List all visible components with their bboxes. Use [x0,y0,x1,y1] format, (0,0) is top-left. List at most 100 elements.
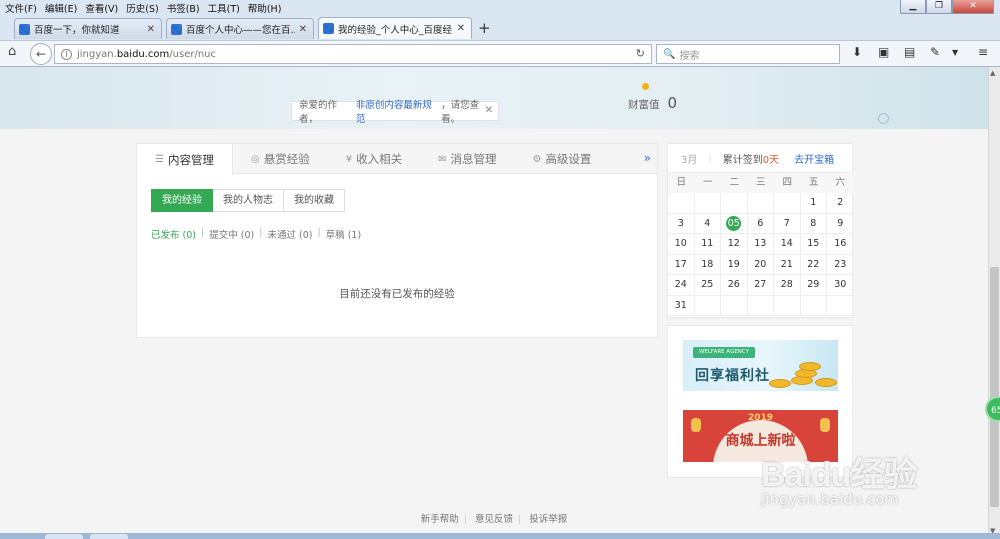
sidebar-icon[interactable]: ▣ [878,45,889,59]
calendar-day[interactable]: 30 [827,275,854,296]
calendar-day[interactable]: 24 [668,275,695,296]
baidu-favicon-icon: 🐾 [323,23,334,34]
calendar-day[interactable]: 15 [800,234,827,255]
calendar-day[interactable]: 26 [721,275,748,296]
calendar-day[interactable]: 4 [694,213,721,234]
tab-settings[interactable]: ⚙ 高级设置 [514,144,609,174]
extension-icon[interactable]: ✎ [930,45,940,59]
menu-item[interactable]: 历史(S) [126,1,158,15]
calendar-day[interactable]: 19 [721,254,748,275]
calendar-day-number: 1 [810,197,817,208]
welfare-title: 回享福利社 [695,368,770,384]
calendar-day[interactable]: 6 [747,213,774,234]
address-bar[interactable]: i jingyan.baidu.com/user/nuc ↻ [54,44,652,64]
empty-state-message: 目前还没有已发布的经验 [339,288,455,300]
filter-submitting[interactable]: 提交中 (0) [209,227,254,241]
scroll-up-icon[interactable]: ▲ [990,69,995,77]
taskbar-button[interactable] [45,534,83,539]
minimize-button[interactable]: ▁ [900,0,926,14]
calendar-day[interactable]: 7 [774,213,801,234]
menu-item[interactable]: 查看(V) [85,1,118,15]
site-info-icon[interactable]: i [61,48,72,60]
home-icon[interactable]: ⌂ [8,44,16,59]
filter-drafts[interactable]: 草稿 (1) [326,227,362,241]
subtab-my-experience[interactable]: 我的经验 [151,189,213,212]
menu-item[interactable]: 编辑(E) [45,1,77,15]
search-bar[interactable]: 🔍 搜索 [656,44,840,64]
calendar-day-number: 2 [837,197,844,208]
calendar-day[interactable]: 05 [721,213,748,234]
back-button[interactable]: ← [30,43,52,65]
browser-tab-my-experience[interactable]: 🐾 我的经验_个人中心_百度经... ✕ [318,17,472,39]
tab-reward[interactable]: ◎ 悬赏经验 [233,144,328,174]
tab-content[interactable]: ☰ 内容管理 [137,144,233,175]
download-icon[interactable]: ⬇ [852,45,862,59]
calendar-day[interactable]: 21 [774,254,801,275]
calendar-day[interactable]: 11 [694,234,721,255]
calendar-day-number: 29 [807,279,820,290]
calendar-day[interactable]: 28 [774,275,801,296]
calendar-day[interactable]: 8 [800,213,827,234]
browser-tab-baidu-home[interactable]: 🐾 百度一下，你就知道 ✕ [14,18,162,39]
footer-link-help[interactable]: 新手帮助 [421,514,459,525]
hamburger-menu-icon[interactable]: ≡ [978,45,988,59]
calendar-day[interactable]: 22 [800,254,827,275]
calendar-day[interactable]: 3 [668,213,695,234]
calendar-day[interactable]: 20 [747,254,774,275]
filter-rejected[interactable]: 未通过 (0) [267,227,312,241]
filter-published[interactable]: 已发布 (0) [151,227,196,241]
close-window-button[interactable]: ✕ [952,0,994,14]
new-tab-button[interactable]: + [478,19,491,37]
open-treasure-link[interactable]: 去开宝箱 [794,151,834,166]
calendar-day[interactable]: 1 [800,193,827,214]
gear-icon: ⚙ [532,153,542,165]
tab-income[interactable]: ¥ 收入相关 [328,144,420,174]
reload-icon[interactable]: ↻ [636,47,645,60]
calendar-day[interactable]: 25 [694,275,721,296]
subtab-my-favorites[interactable]: 我的收藏 [284,189,345,212]
scrollbar-thumb[interactable] [990,267,999,507]
calendar-day-number: 9 [837,217,844,229]
sub-tabs: 我的经验 我的人物志 我的收藏 [151,189,345,212]
calendar-day[interactable]: 18 [694,254,721,275]
calendar-day[interactable]: 13 [747,234,774,255]
subtab-my-profile-stories[interactable]: 我的人物志 [213,189,284,212]
taskbar-button[interactable] [90,534,128,539]
calendar-day[interactable]: 9 [827,214,854,234]
notice-close-icon[interactable]: ✕ [485,105,493,116]
menu-item[interactable]: 书签(B) [167,1,200,15]
calendar-day[interactable]: 31 [668,295,695,316]
browser-tab-personal-center[interactable]: 🐾 百度个人中心——您在百... ✕ [166,18,314,39]
weekday-header: 二 [721,173,748,193]
watermark-logo: Baidu经验 [761,456,917,494]
menu-item[interactable]: 文件(F) [5,1,37,15]
calendar-day[interactable]: 29 [800,275,827,296]
menu-item[interactable]: 帮助(H) [248,1,282,15]
calendar-day[interactable]: 14 [774,234,801,255]
status-filters: 已发布 (0) | 提交中 (0) | 未通过 (0) | 草稿 (1) [151,227,362,241]
welfare-banner[interactable]: WELFARE AGENCY 回享福利社 [683,340,838,391]
notice-bar: 亲爱的作者， 非原创内容最新规范 ，请您查看。 ✕ [291,100,499,125]
calendar-day[interactable]: 17 [668,254,695,275]
menu-item[interactable]: 工具(T) [208,1,240,15]
tab-close-icon[interactable]: ✕ [299,24,307,35]
restore-button[interactable]: ❐ [926,0,952,14]
calendar-day[interactable]: 16 [827,234,854,255]
footer-link-feedback[interactable]: 意见反馈 [475,514,513,525]
chevron-down-icon[interactable]: ▼ [952,48,958,57]
window-controls: ▁ ❐ ✕ [900,0,994,14]
footer-link-report[interactable]: 投诉举报 [529,514,567,525]
tab-messages[interactable]: ✉ 消息管理 [420,144,514,174]
calendar-day[interactable]: 10 [668,234,695,255]
tab-close-icon[interactable]: ✕ [147,24,155,35]
calendar-day[interactable]: 12 [721,234,748,255]
page-icon[interactable]: ▤ [904,45,915,59]
more-tabs-icon[interactable]: » [644,151,651,165]
notice-link[interactable]: 非原创内容最新规范 [356,97,441,125]
calendar-day[interactable]: 2 [827,193,854,214]
calendar-day[interactable]: 27 [747,275,774,296]
calendar-day-number: 28 [780,279,793,290]
page-scrollbar[interactable]: ▲ ▼ [988,67,1000,539]
tab-close-icon[interactable]: ✕ [457,23,465,34]
calendar-day[interactable]: 23 [827,255,854,275]
